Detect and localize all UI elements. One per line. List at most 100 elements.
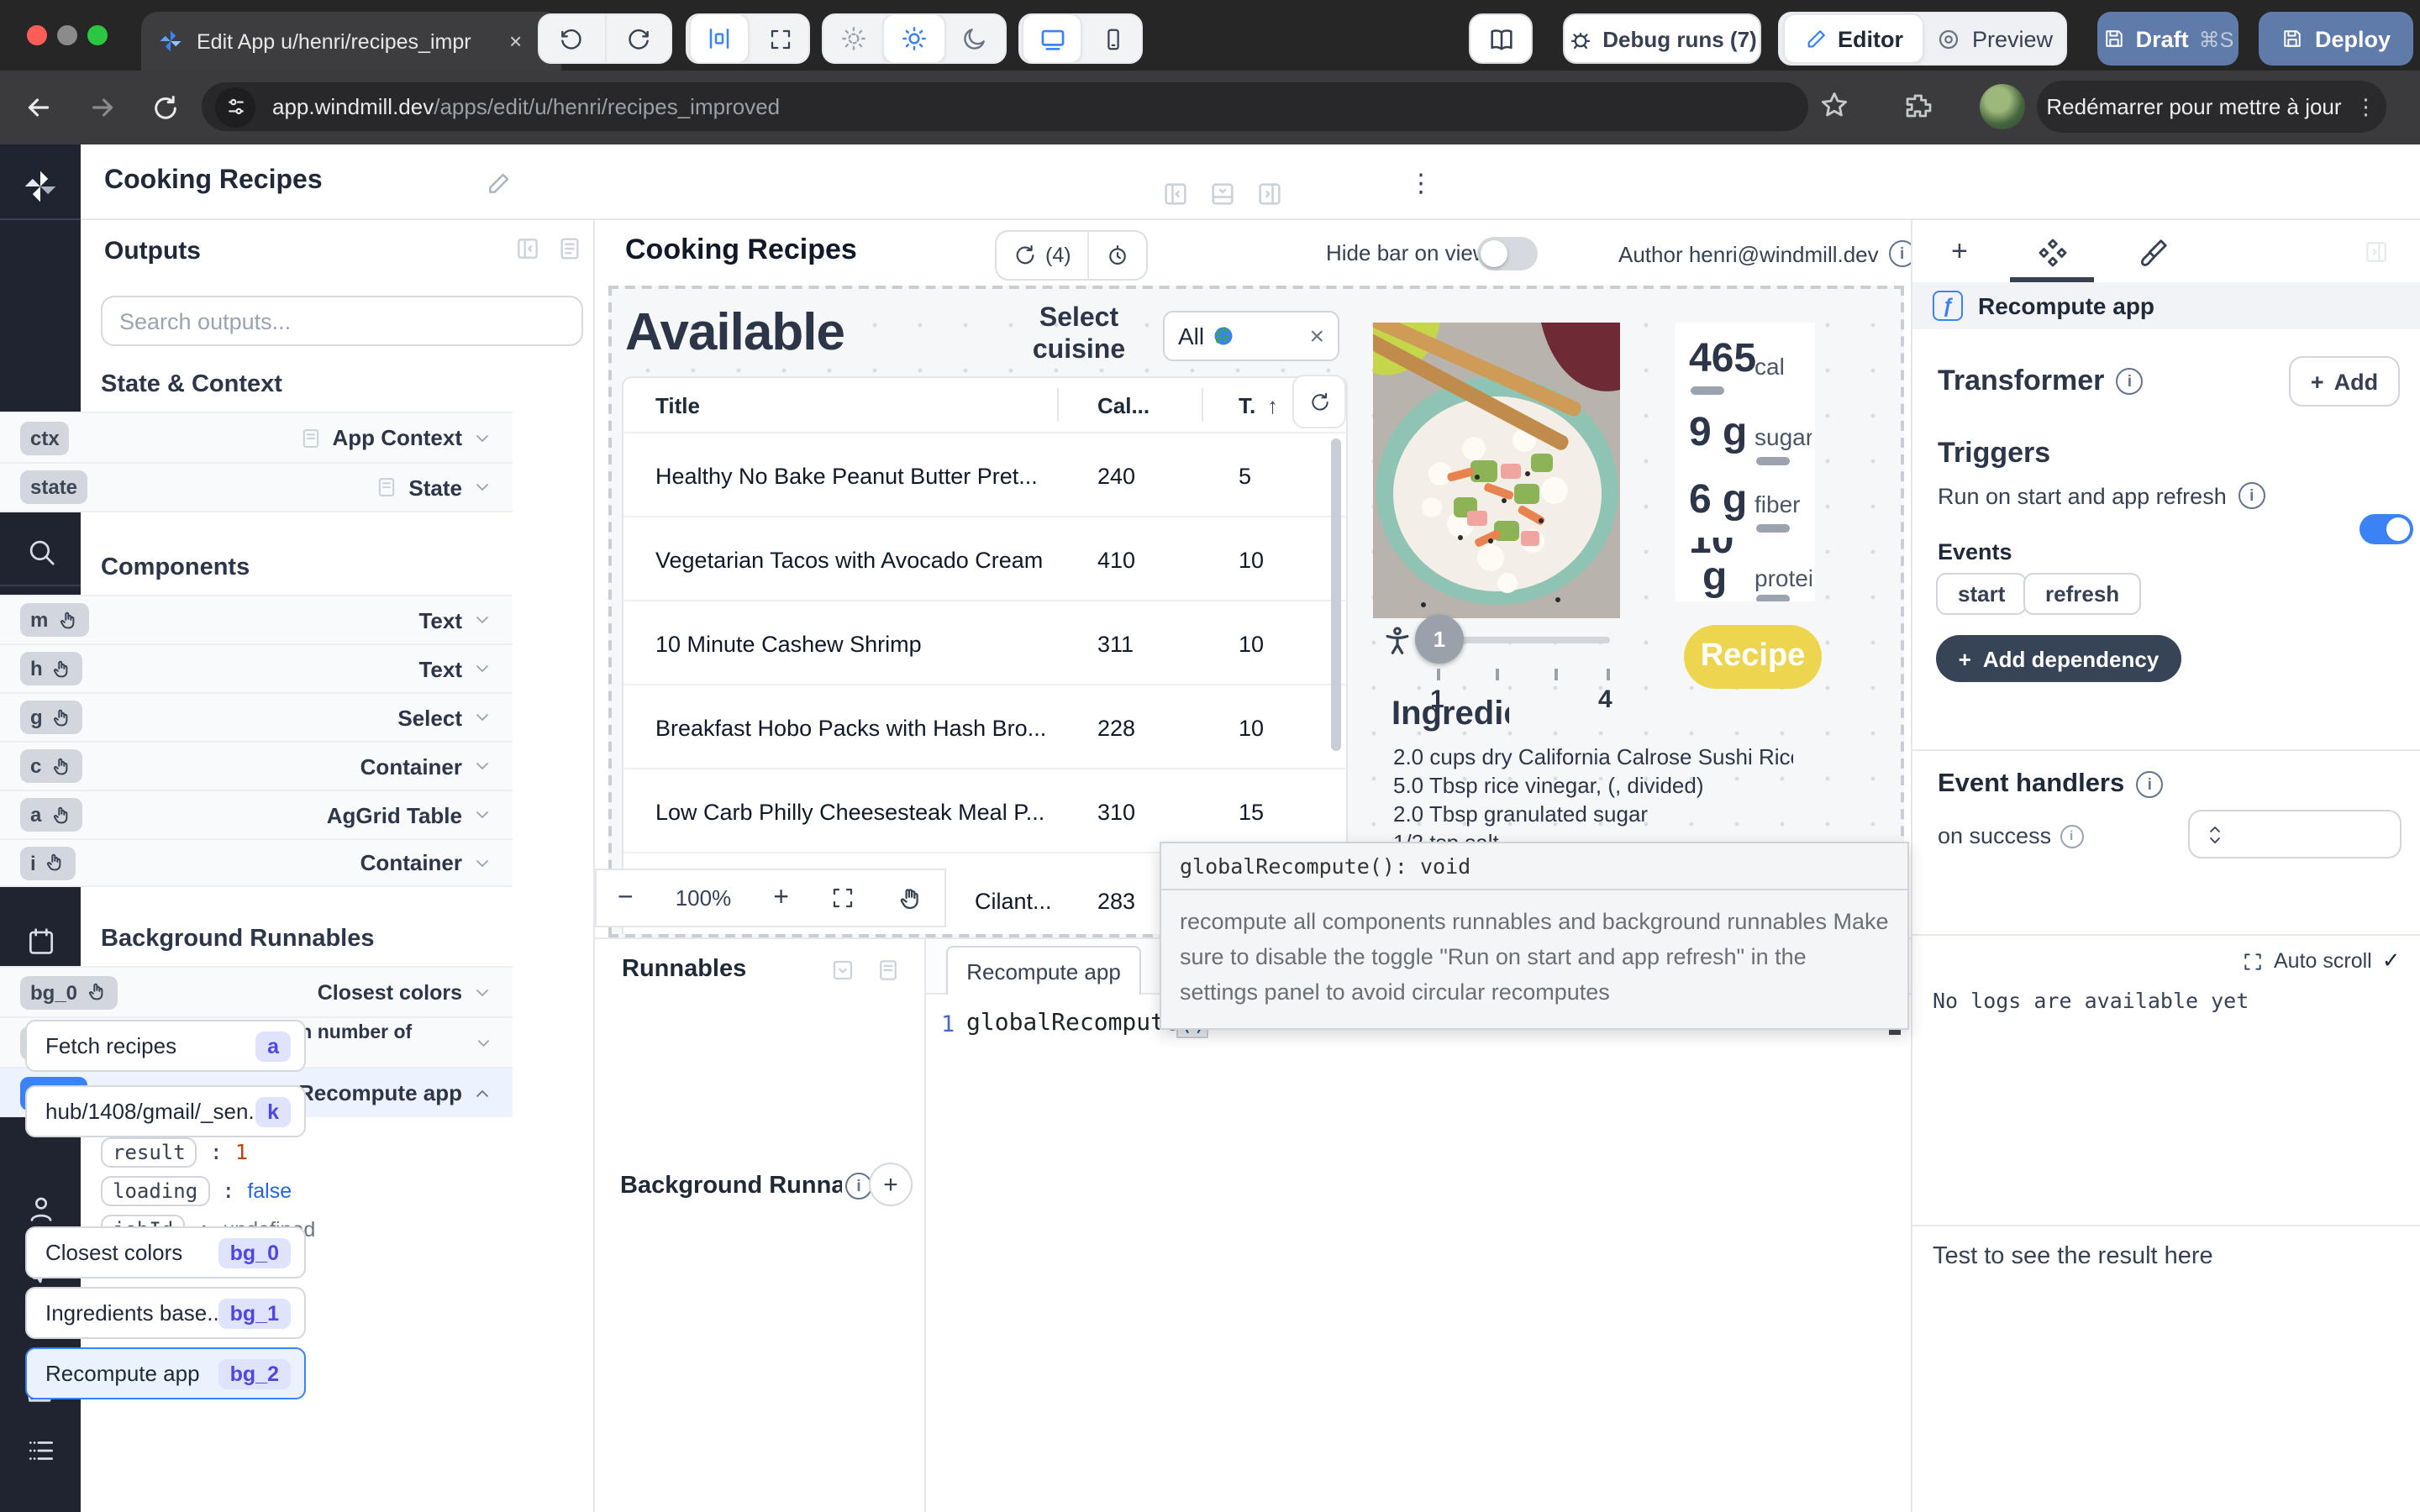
on-success-info-icon[interactable]: i [2060,824,2083,848]
expand-logs-icon[interactable] [2242,950,2264,972]
sidebar-item-users[interactable] [0,1183,81,1233]
extensions-icon[interactable] [1902,91,1933,121]
schedule-refresh-button[interactable] [1090,244,1147,267]
col-t[interactable]: T. [1239,392,1255,417]
zoom-in-button[interactable]: + [773,883,789,913]
bg-runnable-item[interactable]: Closest colors bg_0 [25,1226,306,1278]
redo-button[interactable] [606,15,671,62]
traffic-light-minimize[interactable] [57,25,77,45]
output-row-component[interactable]: h Text [0,643,513,692]
runnables-doc-icon[interactable] [876,958,901,983]
expand-canvas-button[interactable] [751,15,808,62]
toolbar-kebab-icon[interactable]: ⋮ [1408,168,1434,198]
preview-tab[interactable]: Preview [1924,15,2065,62]
bg-runnable-item[interactable]: Ingredients base... bg_1 [25,1287,306,1339]
editor-tab[interactable]: Editor [1783,13,1924,64]
mobile-view-button[interactable] [1084,15,1141,62]
theme-light-icon[interactable] [883,13,946,64]
on-success-select[interactable] [2188,810,2402,858]
app-refresh-button[interactable]: (4) [997,232,1090,279]
browser-tab[interactable]: Edit App u/henri/recipes_impr × [141,12,561,71]
back-button[interactable] [24,92,54,123]
transformer-info-icon[interactable]: i [2116,368,2143,395]
sidebar-item-search[interactable] [0,526,81,576]
address-bar[interactable]: app.windmill.dev/apps/edit/u/henri/recip… [202,82,1808,131]
col-title[interactable]: Title [623,392,700,417]
collapse-outputs-icon[interactable] [514,235,541,262]
add-bg-runnable-button[interactable]: + [869,1163,913,1206]
runnable-item[interactable]: hub/1408/gmail/_sen... k [25,1085,306,1137]
run-on-start-toggle[interactable] [2360,514,2413,544]
recipe-button[interactable]: Recipe [1684,625,1822,689]
sidebar-item-schedules[interactable] [0,916,81,966]
auto-scroll-checkbox[interactable]: ✓ [2382,948,2401,974]
settings-collapse-icon[interactable] [2363,239,2390,265]
browser-menu-kebab-icon[interactable]: ⋮ [2355,93,2377,120]
settings-components-tab[interactable] [2037,237,2069,269]
table-row[interactable]: Low Carb Philly Cheesesteak Meal P... 31… [623,768,1346,853]
table-scrollbar[interactable] [1331,438,1341,751]
editor-tab[interactable]: Recompute app [946,946,1141,995]
table-refresh-button[interactable] [1292,375,1346,428]
table-row[interactable]: Breakfast Hobo Packs with Hash Bro... 22… [623,684,1346,769]
col-cal[interactable]: Cal... [1097,392,1150,417]
hide-bar-toggle[interactable] [1477,237,1538,270]
forward-button[interactable] [87,92,118,123]
event-handlers-info-icon[interactable]: i [2136,771,2163,798]
tab-close-icon[interactable]: × [509,29,522,54]
add-transformer-button[interactable]: +Add [2289,356,2400,407]
site-settings-icon[interactable] [215,87,255,127]
bg-runnable-item-selected[interactable]: Recompute app bg_2 [25,1347,306,1399]
settings-style-tab[interactable] [2138,237,2170,269]
clear-select-icon[interactable]: × [1309,322,1324,350]
fit-view-icon[interactable] [831,885,856,911]
output-row-ctx[interactable]: ctx App Context [0,412,513,462]
table-row[interactable]: 10 Minute Cashew Shrimp 311 10 [623,600,1346,685]
runnables-collapse-icon[interactable] [830,958,855,983]
docs-button[interactable] [1469,13,1533,64]
browser-restart-button[interactable]: Redémarrer pour mettre à jour ⋮ [2037,81,2386,133]
windmill-logo[interactable] [0,161,81,212]
output-row-component[interactable]: g Select [0,692,513,741]
servings-slider-handle[interactable]: 1 [1415,615,1464,664]
zoom-out-button[interactable]: − [618,883,634,913]
add-dependency-button[interactable]: +Add dependency [1936,635,2181,682]
undo-button[interactable] [539,15,606,62]
outputs-doc-icon[interactable] [556,235,583,262]
component-type: Text [418,607,462,633]
centered-layout-button[interactable] [689,13,750,64]
component-id: g [30,706,43,729]
theme-dark-icon[interactable] [945,15,1005,62]
sort-asc-icon[interactable]: ↑ [1267,392,1278,417]
panel-right-toggle-icon[interactable] [1255,180,1284,208]
output-row-component[interactable]: m Text [0,595,513,643]
draft-button[interactable]: Draft ⌘S [2097,12,2238,66]
panel-bottom-toggle-icon[interactable] [1208,180,1237,208]
run-on-start-info-icon[interactable]: i [2238,482,2265,509]
pan-hand-icon[interactable] [898,885,923,911]
sidebar-item-audit-logs[interactable] [0,1425,81,1475]
desktop-view-button[interactable] [1022,13,1082,64]
table-row[interactable]: Vegetarian Tacos with Avocado Cream 410 … [623,516,1346,601]
search-outputs-input[interactable]: Search outputs... [101,296,583,346]
browser-profile-avatar[interactable] [1980,84,2025,129]
output-row-component[interactable]: c Container [0,741,513,790]
reload-button[interactable] [151,93,180,122]
theme-auto-icon[interactable] [823,15,883,62]
edit-title-pencil-icon[interactable] [486,170,513,197]
output-row-component[interactable]: a AgGrid Table [0,790,513,838]
runnable-item[interactable]: Fetch recipes a [25,1020,306,1072]
cuisine-select[interactable]: All × [1163,311,1339,361]
traffic-light-close[interactable] [27,25,47,45]
deploy-button[interactable]: Deploy [2259,12,2413,66]
debug-runs-button[interactable]: Debug runs (7) [1563,13,1761,64]
settings-add-tab[interactable]: + [1951,235,1968,269]
output-row-bg0[interactable]: bg_0 Closest colors [0,966,513,1016]
app-canvas[interactable]: Available Select cuisine All × Title Cal… [608,286,1904,937]
table-row[interactable]: Healthy No Bake Peanut Butter Pret... 24… [623,432,1346,517]
bookmark-star-icon[interactable] [1818,89,1850,121]
output-row-component[interactable]: i Container [0,838,513,887]
traffic-light-zoom[interactable] [87,25,108,45]
output-row-state[interactable]: state State [0,462,513,512]
panel-left-toggle-icon[interactable] [1161,180,1190,208]
